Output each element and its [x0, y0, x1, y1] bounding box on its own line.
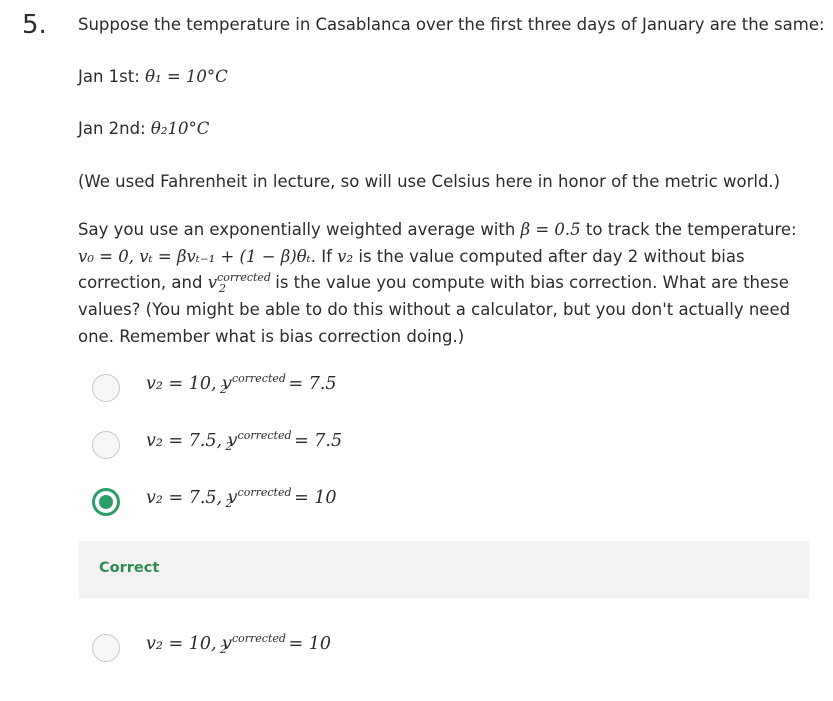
vcorr-base: v [207, 273, 218, 293]
v2-math: v₂ [337, 246, 354, 266]
question-body: Say you use an exponentially weighted av… [78, 217, 798, 351]
jan2-math: θ₂10°C [150, 119, 210, 138]
body-text-8: one. Remember what is bias correction do… [78, 326, 465, 346]
answer-option-1[interactable]: v₂ = 10, vcorrected2 = 7.5 [92, 372, 792, 404]
body-text-1: Say you use an exponentially weighted av… [78, 220, 521, 239]
option-label: v₂ = 7.5, vcorrected2 = 7.5 [146, 429, 343, 453]
body-text-2: to track the temperature: [580, 220, 797, 239]
answer-option-2[interactable]: v₂ = 7.5, vcorrected2 = 7.5 [92, 429, 792, 461]
option-label: v₂ = 10, vcorrected2 = 10 [146, 632, 331, 656]
note-text: (We used Fahrenheit in lecture, so will … [78, 172, 781, 191]
answer-option-3[interactable]: v₂ = 7.5, vcorrected2 = 10 [92, 486, 792, 518]
body-text-5: correction, and [78, 273, 208, 293]
body-text-6: is the value you compute with bias corre… [269, 273, 789, 293]
beta-math: β = 0.5 [520, 220, 581, 239]
jan2-label: Jan 2nd: [78, 119, 151, 138]
radio-button-selected[interactable] [92, 488, 120, 516]
question-prompt: Suppose the temperature in Casablanca ov… [78, 15, 825, 34]
answer-option-4[interactable]: v₂ = 10, vcorrected2 = 10 [92, 632, 792, 664]
radio-button[interactable] [92, 431, 120, 459]
body-text-3: . If [310, 246, 338, 266]
question-number: 5. [22, 10, 47, 40]
radio-button[interactable] [92, 634, 120, 662]
option-label: v₂ = 10, vcorrected2 = 7.5 [146, 372, 337, 396]
jan1-math: θ₁ = 10°C [145, 67, 228, 86]
radio-button[interactable] [92, 374, 120, 402]
jan1-line: Jan 1st: θ₁ = 10°C [78, 67, 228, 86]
body-text-4: is the value computed after day 2 withou… [353, 246, 745, 266]
feedback-correct-label: Correct [99, 560, 160, 576]
body-text-7: values? (You might be able to do this wi… [78, 300, 791, 320]
jan2-line: Jan 2nd: θ₂10°C [78, 119, 209, 138]
vcorr-math: vcorrected2 [207, 272, 271, 296]
vcorr-sub: 2 [218, 282, 226, 296]
option-label: v₂ = 7.5, vcorrected2 = 10 [146, 486, 337, 510]
feedback-panel: Correct [79, 541, 809, 598]
jan1-label: Jan 1st: [78, 67, 146, 86]
ewa-formula: v₀ = 0, vₜ = βvₜ₋₁ + (1 − β)θₜ [78, 246, 311, 266]
radio-dot-icon [99, 495, 113, 509]
